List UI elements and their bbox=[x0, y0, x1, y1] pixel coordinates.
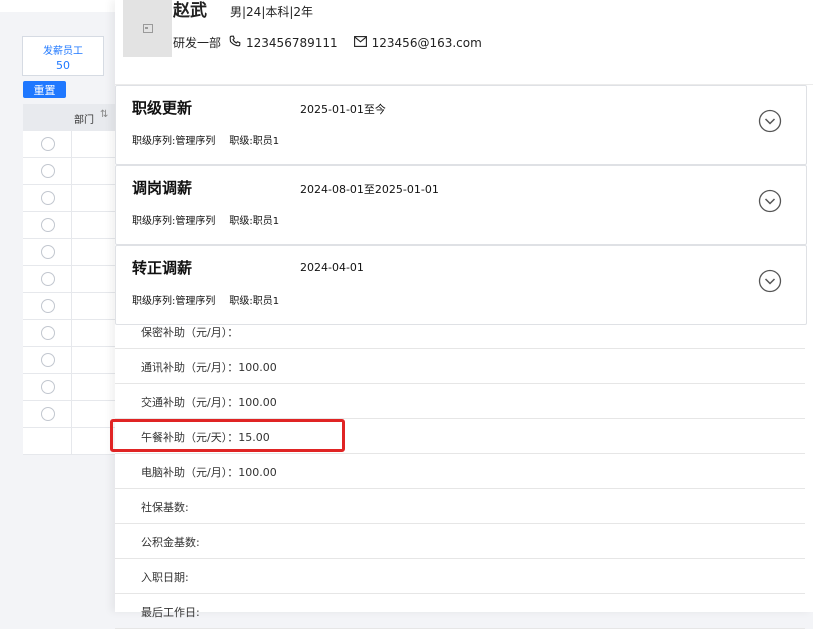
series-value: 管理序列 bbox=[175, 296, 216, 307]
detail-text: 电脑补助（元/月）：100.00 bbox=[141, 466, 277, 479]
history-date: 2024-08-01至2025-01-01 bbox=[300, 183, 439, 196]
row-radio[interactable] bbox=[41, 191, 55, 205]
row-radio[interactable] bbox=[41, 218, 55, 232]
column-divider bbox=[71, 374, 72, 400]
image-placeholder-icon bbox=[142, 24, 153, 33]
detail-row: 保密补助（元/月）： bbox=[115, 314, 805, 349]
detail-row: 电脑补助（元/月）：100.00 bbox=[115, 454, 805, 489]
history-title: 转正调薪 bbox=[132, 259, 193, 277]
table-row[interactable] bbox=[23, 347, 115, 374]
column-divider bbox=[71, 212, 72, 238]
detail-row: 入职日期: bbox=[115, 559, 805, 594]
table-row[interactable] bbox=[23, 266, 115, 293]
detail-text: 交通补助（元/月）：100.00 bbox=[141, 396, 277, 409]
history-summary: 职级序列:管理序列 职级:职员1 bbox=[132, 292, 279, 307]
column-divider bbox=[71, 320, 72, 346]
detail-row: 交通补助（元/月）：100.00 bbox=[115, 384, 805, 419]
column-divider bbox=[71, 185, 72, 211]
row-radio[interactable] bbox=[41, 299, 55, 313]
stat-card-employees[interactable]: 发薪员工 50 bbox=[22, 36, 104, 76]
employee-detail-drawer: 赵武 男|24|本科|2年 研发一部 123456789111 123456@1… bbox=[115, 0, 813, 629]
row-radio[interactable] bbox=[41, 137, 55, 151]
employee-table: 部门 ⇅ bbox=[23, 104, 115, 455]
stat-label: 发薪员工 bbox=[43, 46, 83, 57]
phone-icon bbox=[229, 35, 241, 50]
rank-value: 职员1 bbox=[252, 296, 280, 307]
detail-row: 社保基数: bbox=[115, 489, 805, 524]
mail-icon bbox=[353, 35, 367, 50]
table-row[interactable] bbox=[23, 158, 115, 185]
employee-name: 赵武 bbox=[173, 1, 207, 21]
series-value: 管理序列 bbox=[175, 136, 216, 147]
row-radio[interactable] bbox=[41, 164, 55, 178]
history-date: 2024-04-01 bbox=[300, 261, 364, 274]
table-row[interactable] bbox=[23, 401, 115, 428]
row-radio[interactable] bbox=[41, 353, 55, 367]
column-divider bbox=[71, 293, 72, 319]
history-summary: 职级序列:管理序列 职级:职员1 bbox=[132, 212, 279, 227]
column-header-department[interactable]: 部门 bbox=[74, 111, 94, 126]
rank-value: 职员1 bbox=[252, 136, 280, 147]
row-radio[interactable] bbox=[41, 272, 55, 286]
table-row[interactable] bbox=[23, 320, 115, 347]
history-title: 职级更新 bbox=[132, 99, 193, 117]
series-label: 职级序列: bbox=[132, 136, 176, 147]
chevron-down-circle-icon[interactable] bbox=[758, 269, 782, 297]
table-row[interactable] bbox=[23, 239, 115, 266]
table-row[interactable] bbox=[23, 185, 115, 212]
contact-row: 研发一部 123456789111 123456@163.com bbox=[173, 34, 482, 51]
rank-label: 职级: bbox=[229, 216, 253, 227]
column-divider bbox=[71, 428, 72, 454]
row-radio[interactable] bbox=[41, 380, 55, 394]
chevron-down-circle-icon[interactable] bbox=[758, 189, 782, 217]
detail-text: 入职日期: bbox=[141, 571, 189, 584]
table-row[interactable] bbox=[23, 374, 115, 401]
chevron-down-circle-icon[interactable] bbox=[758, 109, 782, 137]
history-card[interactable]: 调岗调薪 2024-08-01至2025-01-01 职级序列:管理序列 职级:职员1 bbox=[115, 165, 807, 245]
detail-text: 保密补助（元/月）： bbox=[141, 326, 239, 339]
email-address: 123456@163.com bbox=[371, 35, 482, 50]
detail-row: 公积金基数: bbox=[115, 524, 805, 559]
history-card[interactable]: 职级更新 2025-01-01至今职级序列:管理序列 职级:职员1 bbox=[115, 85, 807, 165]
detail-row: 通讯补助（元/月）：100.00 bbox=[115, 349, 805, 384]
table-row[interactable] bbox=[23, 212, 115, 239]
table-header: 部门 ⇅ bbox=[23, 104, 115, 131]
history-title: 调岗调薪 bbox=[132, 179, 193, 197]
rank-label: 职级: bbox=[229, 136, 253, 147]
row-radio[interactable] bbox=[41, 245, 55, 259]
profile-header: 赵武 男|24|本科|2年 研发一部 123456789111 123456@1… bbox=[115, 0, 813, 85]
table-row[interactable] bbox=[23, 293, 115, 320]
series-value: 管理序列 bbox=[175, 216, 216, 227]
history-summary: 职级序列:管理序列 职级:职员1 bbox=[132, 132, 279, 147]
column-divider bbox=[71, 347, 72, 373]
column-divider bbox=[71, 158, 72, 184]
row-radio[interactable] bbox=[41, 407, 55, 421]
top-bar-fragment bbox=[0, 0, 120, 12]
table-row bbox=[23, 428, 115, 455]
column-divider bbox=[71, 266, 72, 292]
phone-number: 123456789111 bbox=[246, 35, 338, 50]
highlight-annotation bbox=[110, 419, 345, 452]
stat-value: 50 bbox=[56, 59, 70, 72]
column-divider bbox=[71, 131, 72, 157]
series-label: 职级序列: bbox=[132, 216, 176, 227]
employee-meta: 男|24|本科|2年 bbox=[230, 5, 314, 19]
detail-text: 社保基数: bbox=[141, 501, 189, 514]
column-divider bbox=[71, 401, 72, 427]
avatar bbox=[123, 0, 172, 57]
detail-text: 最后工作日: bbox=[141, 606, 200, 619]
column-divider bbox=[71, 239, 72, 265]
department: 研发一部 bbox=[173, 36, 222, 50]
reset-button[interactable]: 重置 bbox=[23, 81, 66, 98]
table-row[interactable] bbox=[23, 131, 115, 158]
row-radio[interactable] bbox=[41, 326, 55, 340]
detail-text: 通讯补助（元/月）：100.00 bbox=[141, 361, 277, 374]
history-date: 2025-01-01至今 bbox=[300, 103, 386, 116]
detail-text: 公积金基数: bbox=[141, 536, 200, 549]
rank-label: 职级: bbox=[229, 296, 253, 307]
series-label: 职级序列: bbox=[132, 296, 176, 307]
sort-icon[interactable]: ⇅ bbox=[100, 109, 108, 120]
rank-value: 职员1 bbox=[252, 216, 280, 227]
history-card[interactable]: 转正调薪 2024-04-01 职级序列:管理序列 职级:职员1 bbox=[115, 245, 807, 325]
